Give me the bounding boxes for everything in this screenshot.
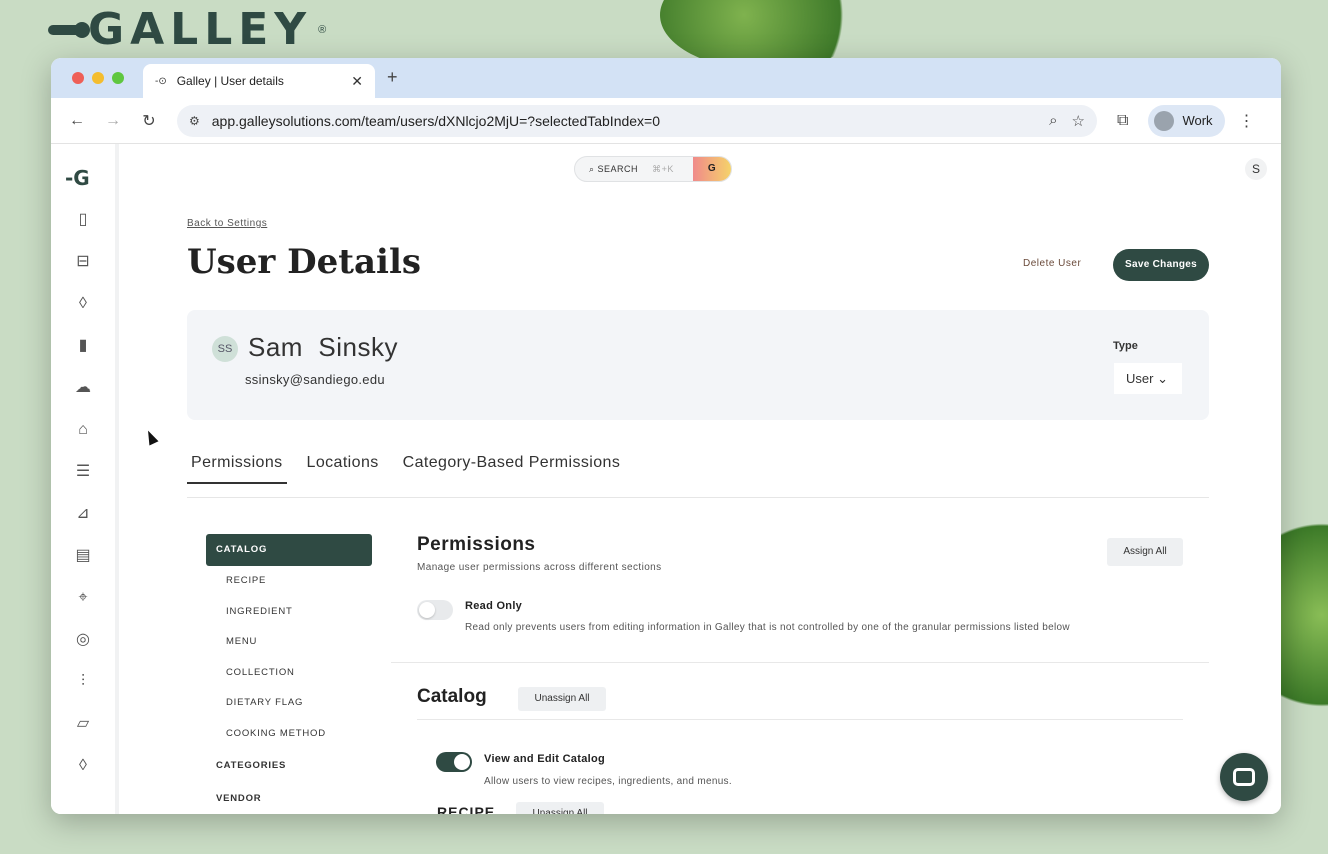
user-name: Sam Sinsky bbox=[248, 332, 398, 362]
catalog-divider bbox=[417, 719, 1183, 720]
browser-tab[interactable]: -⊙ Galley | User details ✕ bbox=[143, 64, 375, 98]
recipe-heading: RECIPE bbox=[437, 804, 496, 814]
perm-nav-cooking-method[interactable]: COOKING METHOD bbox=[206, 719, 372, 750]
read-only-label: Read Only bbox=[465, 600, 523, 612]
close-window-button[interactable] bbox=[72, 72, 84, 84]
site-settings-icon[interactable]: ⚙ bbox=[189, 114, 200, 128]
read-only-toggle[interactable] bbox=[417, 600, 453, 620]
minimize-window-button[interactable] bbox=[92, 72, 104, 84]
menu-board-icon[interactable]: ▱ bbox=[73, 714, 93, 734]
new-tab-button[interactable]: + bbox=[387, 67, 398, 88]
view-edit-catalog-label: View and Edit Catalog bbox=[484, 753, 606, 765]
search-icon: ⌕ bbox=[589, 163, 598, 174]
unassign-all-recipe-button[interactable]: Unassign All bbox=[516, 802, 604, 814]
type-label: Type bbox=[1113, 340, 1138, 352]
tabs-divider bbox=[187, 497, 1209, 498]
catalog-heading: Catalog bbox=[417, 686, 487, 707]
sliders-icon[interactable]: ⫶ bbox=[73, 672, 93, 692]
registered-mark: ® bbox=[318, 23, 327, 36]
zoom-icon[interactable]: ⌕ bbox=[1049, 112, 1057, 129]
chat-support-button[interactable] bbox=[1220, 753, 1268, 801]
user-menu-avatar[interactable]: S bbox=[1245, 158, 1267, 180]
view-edit-catalog-description: Allow users to view recipes, ingredients… bbox=[484, 776, 732, 787]
cart-icon[interactable]: ⊿ bbox=[73, 504, 93, 524]
book-icon[interactable]: ⊟ bbox=[73, 252, 93, 272]
delete-user-button[interactable]: Delete User bbox=[1023, 258, 1081, 269]
url-text: app.galleysolutions.com/team/users/dXNlc… bbox=[211, 112, 661, 129]
section-divider bbox=[391, 662, 1209, 663]
maximize-window-button[interactable] bbox=[112, 72, 124, 84]
perm-nav-recipe[interactable]: RECIPE bbox=[206, 566, 372, 597]
search-shortcut: ⌘+K bbox=[652, 163, 674, 174]
galley-favicon-icon: -⊙ bbox=[155, 75, 167, 87]
bookmark-star-icon[interactable]: ☆ bbox=[1072, 112, 1085, 130]
onion-alt-icon[interactable]: ◊ bbox=[73, 756, 93, 776]
back-icon[interactable]: ← bbox=[63, 112, 91, 130]
page-title: User Details bbox=[187, 242, 421, 282]
key-icon bbox=[48, 21, 90, 38]
url-input[interactable]: ⚙ app.galleysolutions.com/team/users/dXN… bbox=[177, 104, 1097, 137]
clipboard-icon[interactable]: ▯ bbox=[73, 210, 93, 230]
reload-icon[interactable]: ↻ bbox=[135, 111, 163, 131]
galley-logo: GALLEY ® bbox=[48, 4, 326, 55]
location-pin-icon[interactable]: ⌖ bbox=[73, 588, 93, 608]
profile-button[interactable]: Work bbox=[1148, 104, 1225, 137]
chat-icon bbox=[1233, 768, 1255, 786]
extensions-icon[interactable]: ⧉ bbox=[1117, 112, 1128, 130]
back-to-settings-link[interactable]: Back to Settings bbox=[187, 218, 267, 229]
app-content: -G ▯ ⊟ ◊ ▮ ☁ ⌂ ☰ ⊿ ▤ ⌖ ◎ ⫶ ▱ ◊ ⌕ SEARCH … bbox=[51, 144, 1281, 814]
user-avatar: SS bbox=[212, 336, 238, 362]
browser-window: -⊙ Galley | User details ✕ + ← → ↻ ⚙ app… bbox=[51, 58, 1281, 814]
bottles-icon[interactable]: ▮ bbox=[73, 336, 93, 356]
perm-nav-vendor[interactable]: VENDOR bbox=[206, 782, 372, 814]
onion-icon[interactable]: ◊ bbox=[73, 294, 93, 314]
user-card: SS Sam Sinsky ssinsky@sandiego.edu Type … bbox=[187, 310, 1209, 420]
address-bar: ← → ↻ ⚙ app.galleysolutions.com/team/use… bbox=[51, 98, 1281, 144]
plate-icon[interactable]: ◎ bbox=[73, 630, 93, 650]
close-tab-icon[interactable]: ✕ bbox=[351, 73, 363, 90]
galley-ai-badge[interactable]: G bbox=[693, 157, 731, 181]
permissions-heading: Permissions bbox=[417, 534, 536, 555]
perm-nav-dietary-flag[interactable]: DIETARY FLAG bbox=[206, 688, 372, 719]
tab-category-permissions[interactable]: Category-Based Permissions bbox=[399, 446, 625, 484]
forward-icon[interactable]: → bbox=[99, 112, 127, 130]
view-edit-catalog-toggle[interactable] bbox=[436, 752, 472, 772]
search-button[interactable]: ⌕ SEARCH ⌘+K G bbox=[574, 156, 732, 182]
permissions-subtitle: Manage user permissions across different… bbox=[417, 562, 662, 573]
perm-nav-menu[interactable]: MENU bbox=[206, 627, 372, 658]
tab-locations[interactable]: Locations bbox=[303, 446, 383, 484]
search-label: SEARCH bbox=[597, 164, 639, 174]
tab-permissions[interactable]: Permissions bbox=[187, 446, 287, 484]
tag-icon[interactable]: ⌂ bbox=[73, 420, 93, 440]
perm-nav-collection[interactable]: COLLECTION bbox=[206, 658, 372, 689]
tab-title: Galley | User details bbox=[176, 74, 284, 88]
brand-name: GALLEY bbox=[88, 4, 313, 55]
perm-nav-catalog[interactable]: CATALOG bbox=[206, 534, 372, 566]
user-email: ssinsky@sandiego.edu bbox=[245, 372, 385, 387]
user-type-select[interactable]: User ⌄ bbox=[1114, 363, 1182, 394]
browser-menu-icon[interactable]: ⋮ bbox=[1239, 111, 1255, 131]
permissions-nav: CATALOG RECIPE INGREDIENT MENU COLLECTIO… bbox=[206, 534, 372, 814]
perm-nav-ingredient[interactable]: INGREDIENT bbox=[206, 597, 372, 628]
tab-bar: -⊙ Galley | User details ✕ + bbox=[51, 58, 1281, 98]
unassign-all-catalog-button[interactable]: Unassign All bbox=[518, 687, 606, 711]
save-changes-button[interactable]: Save Changes bbox=[1113, 249, 1209, 281]
sidebar: -G ▯ ⊟ ◊ ▮ ☁ ⌂ ☰ ⊿ ▤ ⌖ ◎ ⫶ ▱ ◊ bbox=[51, 144, 119, 814]
tab-strip: Permissions Locations Category-Based Per… bbox=[187, 446, 640, 484]
chef-hat-icon[interactable]: ☁ bbox=[73, 378, 93, 398]
read-only-description: Read only prevents users from editing in… bbox=[465, 622, 1070, 633]
profile-label: Work bbox=[1182, 113, 1213, 128]
assign-all-button[interactable]: Assign All bbox=[1107, 538, 1183, 566]
chevron-down-icon: ⌄ bbox=[1153, 371, 1168, 386]
document-icon[interactable]: ▤ bbox=[73, 546, 93, 566]
user-type-value: User bbox=[1126, 371, 1154, 386]
checklist-icon[interactable]: ☰ bbox=[73, 462, 93, 482]
galley-logo-icon[interactable]: -G bbox=[65, 166, 90, 190]
perm-nav-categories[interactable]: CATEGORIES bbox=[206, 749, 372, 782]
profile-avatar bbox=[1154, 110, 1175, 131]
